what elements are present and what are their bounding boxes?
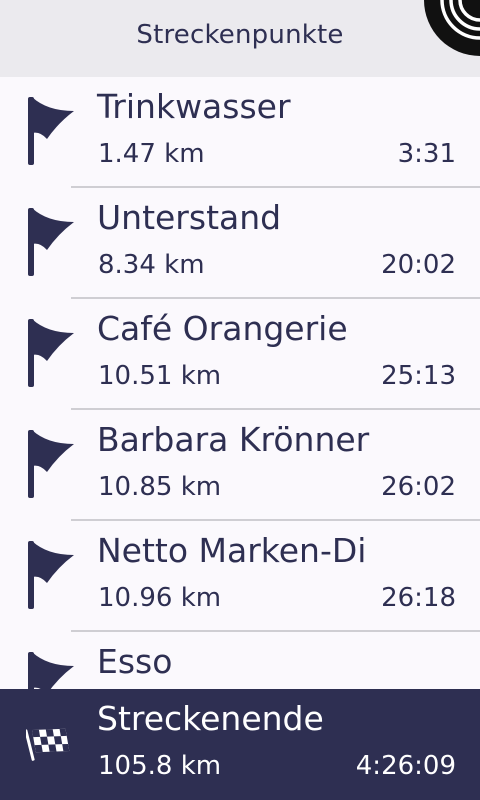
waypoint-name: Netto Marken-Di xyxy=(97,531,367,570)
route-end-row[interactable]: Streckenende 105.8 km 4:26:09 xyxy=(0,689,480,800)
route-end-name: Streckenende xyxy=(97,699,324,738)
waypoint-time: 26:18 xyxy=(381,583,456,613)
page-title: Streckenpunkte xyxy=(136,20,344,50)
waypoint-distance: 1.47 km xyxy=(98,139,205,169)
waypoint-name: Esso xyxy=(97,642,173,681)
waypoint-name: Café Orangerie xyxy=(97,309,348,348)
waypoint-distance: 10.96 km xyxy=(98,583,222,613)
waypoint-time: 25:13 xyxy=(381,361,456,391)
checkered-flag-icon xyxy=(26,728,70,761)
route-end-time: 4:26:09 xyxy=(355,751,456,781)
waypoint-time: 20:02 xyxy=(381,250,456,280)
waypoint-row[interactable]: Café Orangerie 10.51 km 25:13 xyxy=(0,299,480,410)
flag-icon xyxy=(28,430,74,498)
waypoint-name: Trinkwasser xyxy=(97,87,291,126)
header-bar: Streckenpunkte xyxy=(0,0,480,77)
waypoint-time: 26:02 xyxy=(381,472,456,502)
waypoint-name: Barbara Krönner xyxy=(97,420,370,459)
waypoint-time: 3:31 xyxy=(397,139,456,169)
waypoint-list: Trinkwasser 1.47 km 3:31 Unterstand 8.34… xyxy=(0,77,480,743)
waypoint-name: Unterstand xyxy=(97,198,282,237)
waypoint-distance: 8.34 km xyxy=(98,250,205,280)
waypoint-distance: 10.51 km xyxy=(98,361,222,391)
route-end-distance: 105.8 km xyxy=(98,751,222,781)
flag-icon xyxy=(28,541,74,609)
waypoint-row[interactable]: Barbara Krönner 10.85 km 26:02 xyxy=(0,410,480,521)
flag-icon xyxy=(28,319,74,387)
flag-icon xyxy=(28,97,74,165)
waypoint-row[interactable]: Trinkwasser 1.47 km 3:31 xyxy=(0,77,480,188)
gps-signal-icon[interactable] xyxy=(424,0,480,56)
flag-icon xyxy=(28,208,74,276)
waypoint-row[interactable]: Netto Marken-Di 10.96 km 26:18 xyxy=(0,521,480,632)
waypoint-distance: 10.85 km xyxy=(98,472,222,502)
waypoint-row[interactable]: Unterstand 8.34 km 20:02 xyxy=(0,188,480,299)
